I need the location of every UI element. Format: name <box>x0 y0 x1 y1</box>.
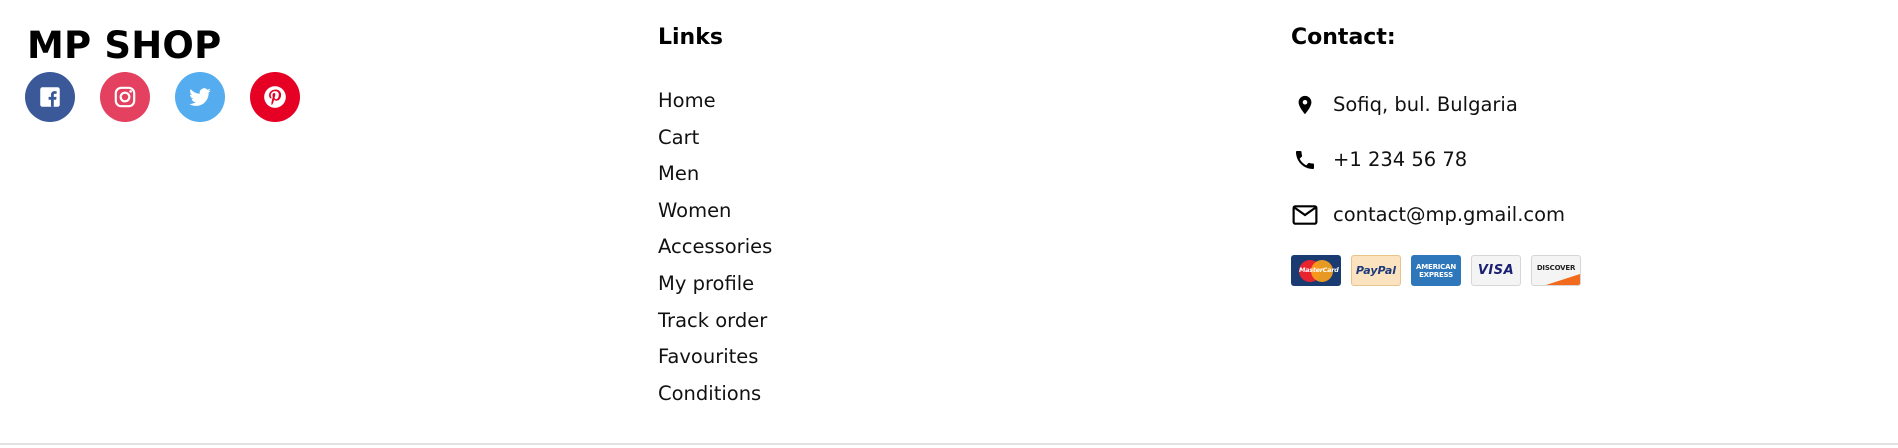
payment-methods: MasterCard PayPal AMERICAN EXPRESS VISA … <box>1291 255 1581 286</box>
location-pin-icon <box>1291 91 1319 119</box>
mail-icon <box>1291 201 1319 229</box>
footer-link-track-order[interactable]: Track order <box>658 307 772 344</box>
footer-link-conditions[interactable]: Conditions <box>658 380 772 417</box>
footer-bottom-divider <box>0 443 1898 445</box>
footer-link-my-profile[interactable]: My profile <box>658 270 772 307</box>
footer-links-list: Home Cart Men Women Accessories My profi… <box>658 87 772 416</box>
contact-phone-text: +1 234 56 78 <box>1333 148 1468 171</box>
instagram-link[interactable] <box>100 72 150 122</box>
contact-heading: Contact: <box>1291 25 1396 50</box>
footer-link-women[interactable]: Women <box>658 197 772 234</box>
site-footer: MP SHOP Links Home Cart Men Women Access… <box>0 0 1898 448</box>
social-links <box>25 72 300 122</box>
footer-link-men[interactable]: Men <box>658 160 772 197</box>
footer-link-accessories[interactable]: Accessories <box>658 233 772 270</box>
brand-logo[interactable]: MP SHOP <box>27 22 221 70</box>
amex-label: AMERICAN EXPRESS <box>1416 262 1456 279</box>
twitter-link[interactable] <box>175 72 225 122</box>
mastercard-icon: MasterCard <box>1291 255 1341 286</box>
facebook-icon <box>40 87 60 107</box>
contact-phone[interactable]: +1 234 56 78 <box>1291 145 1467 175</box>
footer-link-favourites[interactable]: Favourites <box>658 343 772 380</box>
mastercard-label: MasterCard <box>1299 265 1339 274</box>
contact-email[interactable]: contact@mp.gmail.com <box>1291 200 1565 230</box>
pinterest-link[interactable] <box>250 72 300 122</box>
contact-email-text: contact@mp.gmail.com <box>1333 203 1566 226</box>
amex-icon: AMERICAN EXPRESS <box>1411 255 1461 286</box>
discover-label: DISCOVER <box>1536 263 1576 272</box>
discover-icon: DISCOVER <box>1531 255 1581 286</box>
footer-link-home[interactable]: Home <box>658 87 772 124</box>
twitter-icon <box>189 88 211 106</box>
instagram-icon <box>114 86 136 108</box>
contact-address-text: Sofiq, bul. Bulgaria <box>1333 93 1518 116</box>
contact-address: Sofiq, bul. Bulgaria <box>1291 90 1518 120</box>
facebook-link[interactable] <box>25 72 75 122</box>
visa-icon: VISA <box>1471 255 1521 286</box>
visa-label: VISA <box>1477 263 1515 278</box>
paypal-label: PayPal <box>1355 264 1397 277</box>
footer-link-cart[interactable]: Cart <box>658 124 772 161</box>
links-heading: Links <box>658 25 723 50</box>
paypal-icon: PayPal <box>1351 255 1401 286</box>
phone-icon <box>1291 146 1319 174</box>
pinterest-icon <box>264 86 286 108</box>
